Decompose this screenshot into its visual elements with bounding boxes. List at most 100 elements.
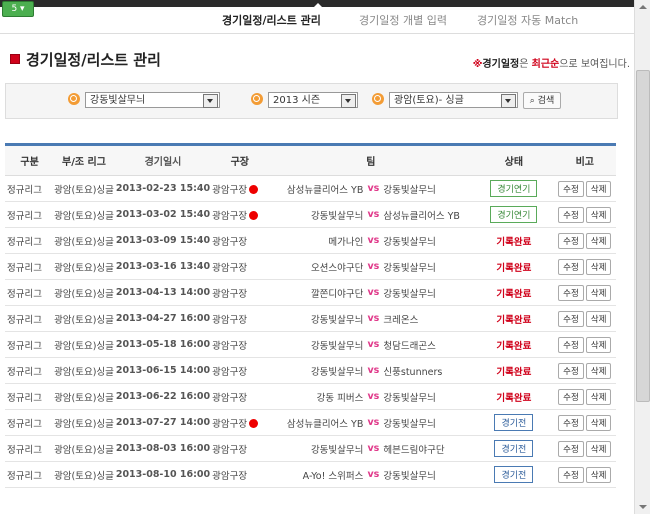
league-select[interactable]: 광암(토요)- 싱글 bbox=[389, 92, 518, 108]
home-team[interactable]: 강동빛살무늬 bbox=[267, 312, 363, 326]
header-status: 상태 bbox=[474, 144, 554, 176]
vs-label: vs bbox=[367, 235, 380, 246]
cell-teams: 삼성뉴클리어스 YB vs 강동빛살무늬 bbox=[267, 409, 475, 436]
scroll-down-icon[interactable] bbox=[639, 505, 647, 509]
home-team[interactable]: 강동빛살무늬 bbox=[267, 364, 363, 378]
cell-status: 경기연기 bbox=[474, 201, 554, 228]
vs-label: vs bbox=[367, 261, 380, 272]
edit-button[interactable]: 수정 bbox=[558, 258, 584, 275]
delete-button[interactable]: 삭제 bbox=[585, 258, 612, 275]
away-team[interactable]: 강동빛살무늬 bbox=[383, 468, 474, 482]
delete-button[interactable]: 삭제 bbox=[585, 388, 612, 405]
away-team[interactable]: 헤븐드림야구단 bbox=[383, 442, 474, 456]
away-team[interactable]: 강동빛살무늬 bbox=[383, 234, 474, 248]
venue-text: 광암구장 bbox=[212, 444, 248, 456]
delete-button[interactable]: 삭제 bbox=[585, 206, 612, 223]
tab-divider bbox=[0, 33, 634, 34]
tab-schedule-list[interactable]: 경기일정/리스트 관리 bbox=[222, 12, 321, 28]
delete-button[interactable]: 삭제 bbox=[585, 336, 612, 353]
live-dot-icon bbox=[249, 418, 259, 428]
cell-teams: 강동빛살무늬 vs 헤븐드림야구단 bbox=[267, 435, 475, 462]
away-team[interactable]: 청담드래곤스 bbox=[383, 338, 474, 352]
home-team[interactable]: 깔쫀디야구단 bbox=[267, 286, 363, 300]
schedule-table: 구분 부/조 리그 경기일시 구장 팀 상태 비고 정규리그 광암(토요)싱글 20… bbox=[5, 143, 616, 488]
scroll-up-icon[interactable] bbox=[639, 5, 647, 9]
cell-actions: 수정 삭제 bbox=[553, 357, 616, 384]
venue-text: 광암구장 bbox=[212, 288, 248, 300]
away-team[interactable]: 강동빛살무늬 bbox=[383, 416, 474, 430]
status-upcoming: 경기전 bbox=[494, 466, 534, 483]
delete-button[interactable]: 삭제 bbox=[585, 310, 612, 327]
edit-button[interactable]: 수정 bbox=[558, 388, 584, 405]
delete-button[interactable]: 삭제 bbox=[585, 414, 612, 431]
delete-button[interactable]: 삭제 bbox=[585, 284, 612, 301]
cell-actions: 수정 삭제 bbox=[553, 279, 616, 306]
table-row: 정규리그 광암(토요)싱글 2013-07-27 14:00 광암구장 삼성뉴클리어스 … bbox=[5, 409, 616, 436]
home-team[interactable]: 삼성뉴클리어스 YB bbox=[267, 182, 364, 196]
home-team[interactable]: 오션스야구단 bbox=[267, 260, 363, 274]
home-team[interactable]: 강동 피버스 bbox=[267, 390, 364, 404]
cell-category: 정규리그 bbox=[5, 227, 53, 254]
edit-button[interactable]: 수정 bbox=[558, 206, 584, 223]
edit-button[interactable]: 수정 bbox=[558, 232, 584, 249]
vs-label: vs bbox=[367, 365, 380, 376]
delete-button[interactable]: 삭제 bbox=[585, 180, 612, 197]
edit-button[interactable]: 수정 bbox=[558, 440, 584, 457]
tab-schedule-individual[interactable]: 경기일정 개별 입력 bbox=[359, 12, 447, 28]
season-select[interactable]: 2013 시즌 bbox=[268, 92, 358, 108]
delete-button[interactable]: 삭제 bbox=[585, 362, 612, 379]
away-team[interactable]: 삼성뉴클리어스 YB bbox=[383, 208, 474, 222]
table-row: 정규리그 광암(토요)싱글 2013-08-03 16:00 광암구장 강동빛살무늬 vs… bbox=[5, 435, 616, 462]
vs-label: vs bbox=[367, 339, 380, 350]
home-team[interactable]: 강동빛살무늬 bbox=[267, 208, 363, 222]
tab-schedule-auto-match[interactable]: 경기일정 자동 Match bbox=[477, 12, 578, 28]
cell-league: 광암(토요)싱글 bbox=[52, 175, 116, 202]
search-button-label: 검색 bbox=[537, 96, 555, 106]
venue-text: 광암구장 bbox=[212, 392, 248, 404]
edit-button[interactable]: 수정 bbox=[558, 310, 584, 327]
page-title: 경기일정/리스트 관리 bbox=[26, 51, 161, 69]
edit-button[interactable]: 수정 bbox=[558, 362, 584, 379]
delete-button[interactable]: 삭제 bbox=[585, 232, 612, 249]
away-team[interactable]: 강동빛살무늬 bbox=[383, 286, 474, 300]
cell-status: 경기전 bbox=[474, 435, 554, 462]
filter-bar: 강동빛살무늬 2013 시즌 광암(토요)- 싱글 ⌕ 검색 bbox=[5, 83, 618, 119]
edit-button[interactable]: 수정 bbox=[558, 414, 584, 431]
home-team[interactable]: 강동빛살무늬 bbox=[267, 338, 363, 352]
home-team[interactable]: 강동빛살무늬 bbox=[267, 442, 363, 456]
away-team[interactable]: 강동빛살무늬 bbox=[383, 390, 474, 404]
vs-label: vs bbox=[367, 313, 380, 324]
vertical-scrollbar[interactable] bbox=[634, 0, 650, 514]
cell-venue: 광암구장 bbox=[210, 435, 268, 462]
edit-button[interactable]: 수정 bbox=[558, 466, 584, 483]
away-team[interactable]: 강동빛살무늬 bbox=[383, 260, 474, 274]
vs-label: vs bbox=[367, 183, 380, 194]
table-row: 정규리그 광암(토요)싱글 2013-06-15 14:00 광암구장 강동빛살무늬 vs… bbox=[5, 357, 616, 384]
venue-text: 광암구장 bbox=[212, 418, 248, 430]
edit-button[interactable]: 수정 bbox=[558, 180, 584, 197]
away-team[interactable]: 신풍stunners bbox=[383, 364, 474, 378]
table-row: 정규리그 광암(토요)싱글 2013-03-02 15:40 광암구장 강동빛살무늬 vs… bbox=[5, 201, 616, 228]
home-team[interactable]: 메가나인 bbox=[267, 234, 363, 248]
cell-league: 광암(토요)싱글 bbox=[52, 253, 116, 280]
cell-league: 광암(토요)싱글 bbox=[52, 201, 116, 228]
cell-actions: 수정 삭제 bbox=[553, 201, 616, 228]
away-team[interactable]: 크레온스 bbox=[383, 312, 474, 326]
team-select-value: 강동빛살무늬 bbox=[90, 95, 146, 106]
live-dot-icon bbox=[249, 184, 259, 194]
cell-category: 정규리그 bbox=[5, 409, 53, 436]
delete-button[interactable]: 삭제 bbox=[585, 466, 612, 483]
cell-actions: 수정 삭제 bbox=[553, 331, 616, 358]
vs-label: vs bbox=[367, 209, 380, 220]
scroll-thumb[interactable] bbox=[636, 70, 650, 402]
search-button[interactable]: ⌕ 검색 bbox=[523, 92, 561, 109]
home-team[interactable]: 삼성뉴클리어스 YB bbox=[267, 416, 364, 430]
team-select[interactable]: 강동빛살무늬 bbox=[85, 92, 220, 108]
home-team[interactable]: A-Yo! 스위퍼스 bbox=[267, 468, 364, 482]
away-team[interactable]: 강동빛살무늬 bbox=[383, 182, 474, 196]
header-datetime: 경기일시 bbox=[115, 144, 211, 176]
delete-button[interactable]: 삭제 bbox=[585, 440, 612, 457]
edit-button[interactable]: 수정 bbox=[558, 336, 584, 353]
edit-button[interactable]: 수정 bbox=[558, 284, 584, 301]
cell-teams: 깔쫀디야구단 vs 강동빛살무늬 bbox=[267, 279, 475, 306]
